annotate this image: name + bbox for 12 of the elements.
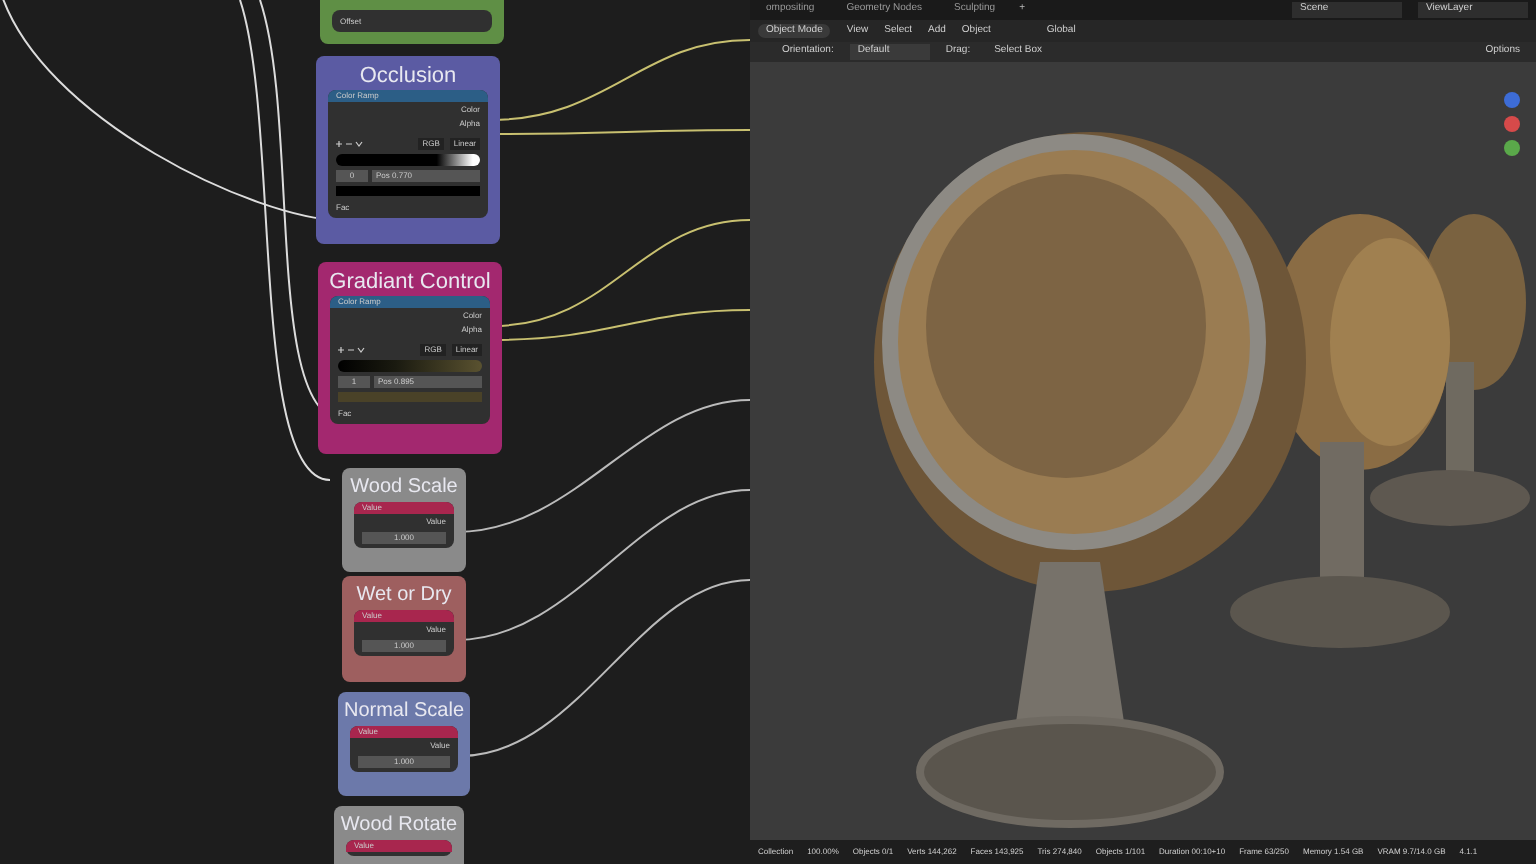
node-title: Wood Scale xyxy=(350,474,458,502)
color-swatch[interactable] xyxy=(338,392,482,402)
node-title: Wood Rotate xyxy=(340,812,458,840)
color-swatch[interactable] xyxy=(336,186,480,196)
ramp-controls-icon[interactable] xyxy=(338,346,366,354)
node-title: Gradiant Control xyxy=(329,268,491,296)
ramp-controls-icon[interactable] xyxy=(336,140,364,148)
node-title: Occlusion xyxy=(359,62,457,90)
color-ramp-bar[interactable] xyxy=(336,154,480,166)
node-title: Normal Scale xyxy=(343,698,465,726)
color-ramp-bar[interactable] xyxy=(338,360,482,372)
node-title: Wet or Dry xyxy=(356,582,452,610)
